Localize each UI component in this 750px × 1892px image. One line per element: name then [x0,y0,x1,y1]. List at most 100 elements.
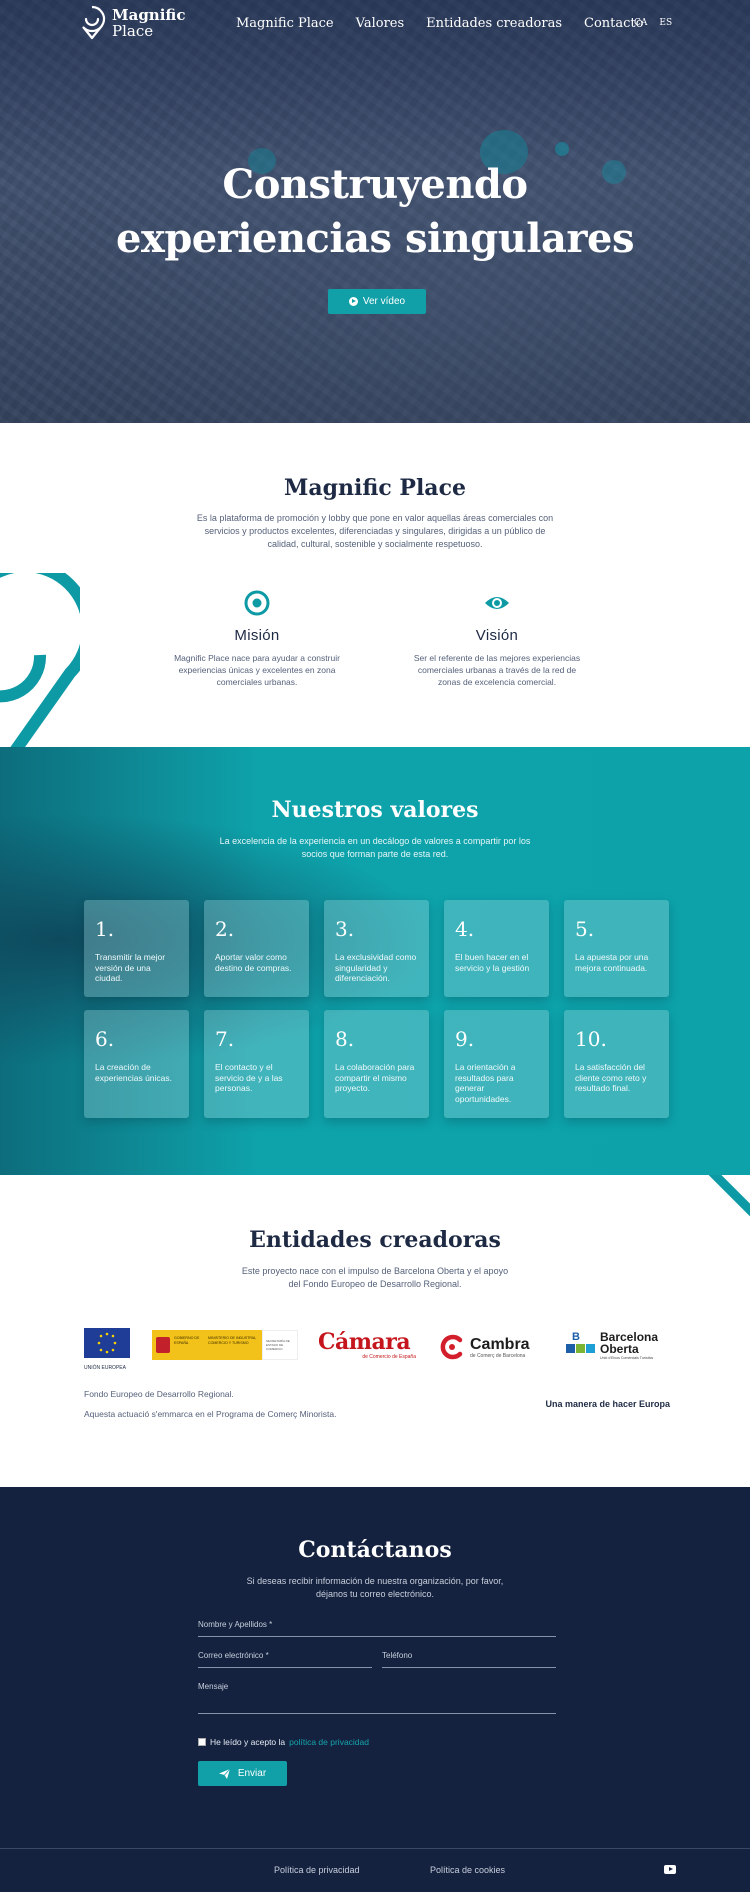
hero-title: Construyendo experiencias singulares [116,161,634,262]
eu-flag-icon [84,1328,130,1358]
logo-wordmark: Magnific Place [112,6,186,40]
logo-pin-icon [82,5,106,40]
privacy-consent: He leído y acepto la política de privaci… [198,1737,369,1747]
value-text: Aportar valor como destino de compras. [215,952,292,973]
value-number: 3. [335,917,355,941]
watch-video-button[interactable]: Ver vídeo [328,289,426,314]
bo-label-2: Oberta [600,1342,639,1356]
nav-link-entidades[interactable]: Entidades creadoras [426,16,562,31]
europe-motto: Una manera de hacer Europa [545,1399,670,1409]
secretaria-label: SECRETARÍA DE ESTADO DE COMERCIO [262,1330,298,1360]
nav-link-magnific-place[interactable]: Magnific Place [236,16,334,31]
footer-privacy-link[interactable]: Política de privacidad [274,1865,360,1875]
phone-field[interactable]: Teléfono [382,1646,556,1668]
send-label: Enviar [237,1768,267,1779]
value-text: La exclusividad como singularidad y dife… [335,952,417,983]
privacy-policy-link[interactable]: política de privacidad [289,1737,369,1747]
program-note: Aquesta actuació s'emmarca en el Program… [84,1409,337,1419]
values-section: Nuestros valores La excelencia de la exp… [0,747,750,1175]
entities-section: Entidades creadoras Este proyecto nace c… [0,1175,750,1487]
coat-of-arms-icon [156,1337,170,1353]
value-text: La orientación a resultados para generar… [455,1062,516,1104]
gobierno-banner: GOBIERNO DE ESPAÑA MINISTERIO DE INDUSTR… [152,1330,262,1360]
email-field[interactable]: Correo electrónico * [198,1646,372,1668]
value-card: 7. El contacto y el servicio de y a las … [204,1010,309,1118]
youtube-icon[interactable] [664,1865,676,1874]
ministerio-label: MINISTERIO DE INDUSTRIA, COMERCIO Y TURI… [208,1336,257,1345]
value-card: 3. La exclusividad como singularidad y d… [324,900,429,997]
mission-title: Misión [234,627,280,644]
value-card: 4. El buen hacer en el servicio y la ges… [444,900,549,997]
barcelona-oberta-icon: B [566,1331,596,1357]
name-input[interactable] [198,1615,556,1636]
message-field[interactable]: Mensaje [198,1677,556,1714]
contact-subtitle: Si deseas recibir información de nuestra… [246,1576,504,1599]
mission-block: Misión Magnific Place nace para ayudar a… [157,589,357,688]
value-card: 10. La satisfacción del cliente como ret… [564,1010,669,1118]
decor-blob [555,142,569,156]
play-icon [348,297,358,306]
site-logo[interactable]: Magnific Place [78,5,188,43]
value-card: 5. La apuesta por una mejora continuada. [564,900,669,997]
value-card: 8. La colaboración para compartir el mis… [324,1010,429,1118]
main-nav: Magnific Place Magnific Place Valores Ent… [0,0,750,48]
value-number: 10. [575,1027,607,1051]
message-input[interactable] [198,1677,556,1713]
value-card: 1. Transmitir la mejor versión de una ci… [84,900,189,997]
value-text: La satisfacción del cliente como reto y … [575,1062,647,1093]
value-number: 4. [455,917,475,941]
footer-divider [0,1848,750,1849]
value-text: La apuesta por una mejora continuada. [575,952,649,973]
language-switcher: CA ES [634,18,672,28]
barcelona-oberta-logo: B Barcelona Oberta Unió d'Eixos Comercia… [566,1331,670,1363]
eye-icon [485,597,509,609]
value-text: La colaboración para compartir el mismo … [335,1062,415,1093]
nav-links: Magnific Place Valores Entidades creador… [236,16,643,31]
cambra-logo: Cambra de Comerç de Barcelona [438,1332,546,1362]
phone-input[interactable] [382,1646,556,1667]
pin-outline-decoration [0,573,80,747]
lang-ca[interactable]: CA [634,18,647,28]
entities-subtitle: Este proyecto nace con el impulso de Bar… [241,1266,509,1289]
value-card: 6. La creación de experiencias únicas. [84,1010,189,1118]
hero-section: Magnific Place Magnific Place Valores Ent… [0,0,750,423]
mission-text: Magnific Place nace para ayudar a constr… [174,653,340,687]
camara-label: Cámara [318,1329,411,1355]
barcelona-oberta-text: Barcelona Oberta Unió d'Eixos Comercials… [600,1331,658,1363]
value-text: La creación de experiencias únicas. [95,1062,173,1083]
email-input[interactable] [198,1646,372,1667]
lang-es[interactable]: ES [659,18,672,28]
vision-text: Ser el referente de las mejores experien… [413,653,581,687]
cambra-c-icon [440,1334,463,1360]
gobierno-logo: GOBIERNO DE ESPAÑA MINISTERIO DE INDUSTR… [152,1330,298,1360]
cambra-sublabel: de Comerç de Barcelona [470,1352,526,1359]
watch-video-label: Ver vídeo [362,296,406,307]
value-number: 9. [455,1027,475,1051]
footer-cookies-link[interactable]: Política de cookies [430,1865,505,1875]
vision-block: Visión Ser el referente de las mejores e… [397,589,597,688]
values-title: Nuestros valores [271,797,479,823]
about-description: Es la plataforma de promoción y lobby qu… [196,513,554,549]
value-card: 9. La orientación a resultados para gene… [444,1010,549,1118]
paper-plane-icon [218,1768,230,1779]
value-text: Transmitir la mejor versión de una ciuda… [95,952,166,983]
value-number: 1. [95,917,115,941]
eu-logo: UNIÓN EUROPEA [84,1328,130,1371]
value-number: 8. [335,1027,355,1051]
value-text: El buen hacer en el servicio y la gestió… [455,952,530,973]
consent-text: He leído y acepto la [210,1737,286,1747]
value-text: El contacto y el servicio de y a las per… [215,1062,283,1093]
value-number: 2. [215,917,235,941]
name-field[interactable]: Nombre y Apellidos * [198,1615,556,1637]
bo-sublabel: Unió d'Eixos Comercials Turístics [600,1356,654,1360]
value-number: 5. [575,917,595,941]
values-subtitle: La excelencia de la experiencia en un de… [219,836,531,859]
about-section: Magnific Place Es la plataforma de promo… [0,423,750,747]
nav-link-valores[interactable]: Valores [356,16,405,31]
send-button[interactable]: Enviar [198,1761,287,1786]
consent-checkbox[interactable] [198,1738,206,1746]
camara-logo: Cámara de Comercio de España [318,1330,420,1364]
entities-title: Entidades creadoras [249,1227,501,1253]
contact-section: Contáctanos Si deseas recibir informació… [0,1487,750,1892]
cambra-label: Cambra [470,1335,530,1353]
